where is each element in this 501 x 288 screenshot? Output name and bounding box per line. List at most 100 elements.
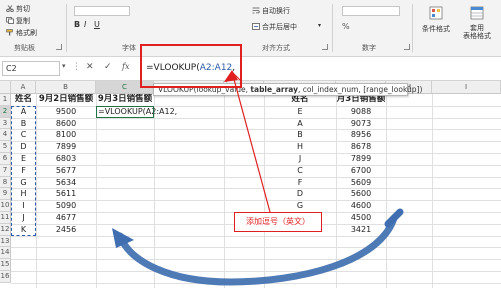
- copy-icon: [6, 17, 14, 24]
- header-cell[interactable]: 9月3日销售额: [96, 94, 154, 106]
- clipboard-launcher[interactable]: [56, 44, 62, 50]
- value-cell[interactable]: 9088: [336, 106, 386, 118]
- name-cell[interactable]: E: [264, 106, 336, 118]
- row-gridline: [11, 247, 501, 249]
- row-header-2[interactable]: 2: [0, 105, 11, 118]
- column-header-i[interactable]: I: [432, 81, 501, 94]
- currency-button[interactable]: %: [342, 22, 350, 31]
- value-cell[interactable]: 8956: [336, 129, 386, 141]
- underline-button[interactable]: U: [94, 20, 100, 29]
- column-gridline: [154, 94, 155, 288]
- wrap-text-icon: [252, 7, 260, 14]
- confirm-entry-icon[interactable]: ✓: [104, 62, 112, 72]
- value-cell[interactable]: 2456: [36, 224, 96, 236]
- row-header-1[interactable]: 1: [0, 94, 11, 106]
- name-cell[interactable]: J: [264, 153, 336, 165]
- select-all-corner[interactable]: [0, 81, 11, 94]
- bold-button[interactable]: B: [74, 20, 80, 29]
- column-gridline: [96, 94, 97, 288]
- value-cell[interactable]: 6803: [36, 153, 96, 165]
- group-divider: [66, 4, 67, 52]
- row-header-7[interactable]: 7: [0, 164, 11, 177]
- name-cell[interactable]: A: [264, 118, 336, 130]
- row-header-10[interactable]: 10: [0, 200, 11, 212]
- column-header-a[interactable]: A: [11, 81, 36, 94]
- scissors-icon: [6, 5, 14, 12]
- italic-button[interactable]: I: [84, 20, 86, 29]
- worksheet-grid[interactable]: ABCDEFGHI 12345678910111213141516 姓名9月2日…: [0, 81, 501, 288]
- cancel-entry-icon[interactable]: ✕: [86, 62, 94, 72]
- value-cell[interactable]: 7899: [36, 141, 96, 153]
- name-cell[interactable]: B: [264, 129, 336, 141]
- row-header-6[interactable]: 6: [0, 153, 11, 165]
- value-cell[interactable]: 9500: [36, 106, 96, 118]
- value-cell[interactable]: 5600: [336, 188, 386, 200]
- conditional-format-button[interactable]: 条件格式: [418, 6, 454, 34]
- formula-bar: C2 ▾ ⋮ ✕ ✓ fx =VLOOKUP(A2:A12,: [0, 57, 501, 81]
- column-gridline: [386, 94, 387, 288]
- name-box-dropdown-icon[interactable]: ▾: [62, 62, 66, 70]
- header-cell[interactable]: 9月2日销售额: [36, 94, 96, 106]
- value-cell[interactable]: 5634: [36, 177, 96, 189]
- name-box[interactable]: C2: [2, 61, 60, 76]
- header-cell[interactable]: 姓名: [11, 94, 36, 106]
- merge-center-button[interactable]: 合并后居中: [252, 22, 297, 32]
- table-format-button[interactable]: 套用 表格格式: [458, 6, 496, 40]
- row-header-3[interactable]: 3: [0, 117, 11, 130]
- value-cell[interactable]: 4500: [336, 212, 386, 224]
- options-icon: ⋮: [72, 62, 81, 72]
- value-cell[interactable]: 4677: [36, 212, 96, 224]
- number-launcher[interactable]: [404, 44, 410, 50]
- value-cell[interactable]: 5609: [336, 177, 386, 189]
- value-cell[interactable]: 6700: [336, 165, 386, 177]
- name-cell[interactable]: F: [264, 177, 336, 189]
- value-cell[interactable]: 8600: [36, 118, 96, 130]
- value-cell[interactable]: 5677: [36, 165, 96, 177]
- cut-button[interactable]: 剪切: [6, 4, 30, 14]
- row-gridline: [11, 235, 501, 237]
- group-divider: [332, 4, 333, 52]
- value-cell[interactable]: 7899: [336, 153, 386, 165]
- conditional-format-icon: [429, 6, 443, 20]
- value-cell[interactable]: 8678: [336, 141, 386, 153]
- font-name-dropdown[interactable]: [74, 6, 130, 16]
- table-format-icon: [470, 6, 484, 20]
- formula-highlight-box: [140, 44, 242, 88]
- value-cell[interactable]: 8100: [36, 129, 96, 141]
- row-header-16[interactable]: 16: [0, 271, 11, 283]
- row-header-5[interactable]: 5: [0, 141, 11, 153]
- value-cell[interactable]: 9073: [336, 118, 386, 130]
- alignment-launcher[interactable]: [322, 44, 328, 50]
- row-header-13[interactable]: 13: [0, 235, 11, 248]
- wrap-text-button[interactable]: 自动换行: [252, 6, 290, 16]
- merge-dropdown-icon[interactable]: ▾: [318, 22, 321, 29]
- row-gridline: [11, 271, 501, 272]
- value-cell[interactable]: 3421: [336, 224, 386, 236]
- value-cell[interactable]: 5090: [36, 200, 96, 212]
- merge-cells-icon: [252, 23, 260, 30]
- clipboard-group-label: 剪贴板: [14, 44, 35, 52]
- row-header-15[interactable]: 15: [0, 259, 11, 271]
- copy-button[interactable]: 复制: [6, 16, 30, 26]
- value-cell[interactable]: 4600: [336, 200, 386, 212]
- column-header-b[interactable]: B: [36, 81, 96, 94]
- row-header-9[interactable]: 9: [0, 188, 11, 201]
- row-header-8[interactable]: 8: [0, 176, 11, 189]
- value-cell[interactable]: 5611: [36, 188, 96, 200]
- insert-function-button[interactable]: fx: [122, 62, 129, 71]
- name-cell[interactable]: D: [264, 188, 336, 200]
- row-header-11[interactable]: 11: [0, 212, 11, 224]
- alignment-group-label: 对齐方式: [262, 44, 290, 52]
- row-gridline: [11, 282, 501, 284]
- name-cell[interactable]: G: [264, 200, 336, 212]
- column-gridline: [432, 94, 433, 288]
- number-format-dropdown[interactable]: [342, 6, 400, 16]
- row-header-4[interactable]: 4: [0, 129, 11, 142]
- row-header-12[interactable]: 12: [0, 223, 11, 236]
- name-cell[interactable]: H: [264, 141, 336, 153]
- number-group-label: 数字: [362, 44, 376, 52]
- row-gridline: [11, 259, 501, 261]
- row-header-14[interactable]: 14: [0, 247, 11, 260]
- name-cell[interactable]: C: [264, 165, 336, 177]
- format-painter-button[interactable]: 格式刷: [6, 28, 37, 38]
